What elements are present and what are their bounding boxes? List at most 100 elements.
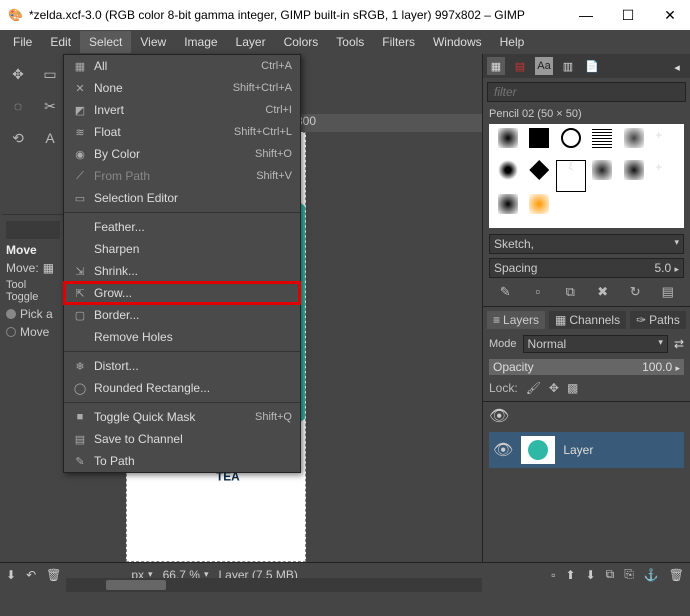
seleditor-icon: ▭	[72, 192, 88, 205]
brush-new-icon[interactable]: ▫	[529, 284, 547, 300]
select-tool-icon[interactable]: ▭	[36, 60, 64, 88]
menu-item-grow[interactable]: ⇱Grow...	[64, 282, 300, 304]
menu-item-feather[interactable]: Feather...	[64, 216, 300, 238]
status-download-icon[interactable]: ⬇	[6, 568, 16, 582]
savechan-icon: ▤	[72, 433, 88, 446]
app-icon: 🎨	[8, 8, 23, 22]
tool-opts-tab[interactable]	[6, 221, 60, 239]
right-panel: ▦ ▤ Aa ▥ 📄 ◂ Pencil 02 (50 × 50) + ξ +	[482, 54, 690, 562]
select-all-icon: ▦	[72, 60, 88, 73]
layer-row[interactable]: 👁 Layer	[489, 432, 684, 468]
text-tool-icon[interactable]: A	[36, 124, 64, 152]
menu-item-distort[interactable]: ❄Distort...	[64, 355, 300, 377]
brush-del-icon[interactable]: ✖	[594, 284, 612, 300]
mode-switch-icon[interactable]: ⇄	[674, 337, 684, 351]
titlebar: 🎨 *zelda.xcf-3.0 (RGB color 8-bit gamma …	[0, 0, 690, 30]
radio-pick[interactable]	[6, 309, 16, 319]
menu-item-remove[interactable]: Remove Holes	[64, 326, 300, 348]
brush-filter-input[interactable]	[487, 82, 686, 102]
crop-tool-icon[interactable]: ✂	[36, 92, 64, 120]
scrollbar-horizontal[interactable]	[66, 578, 482, 592]
minimize-button[interactable]: —	[574, 7, 598, 23]
status-undo-icon[interactable]: ↶	[26, 568, 36, 582]
menu-image[interactable]: Image	[175, 31, 226, 53]
lasso-tool-icon[interactable]: ◌	[4, 92, 32, 120]
lock-position-icon[interactable]: ✥	[549, 381, 559, 395]
brush-name: Pencil 02 (50 × 50)	[483, 108, 690, 120]
dock-tab-doc-icon[interactable]: 📄	[583, 57, 601, 75]
close-button[interactable]: ✕	[658, 7, 682, 24]
menu-tools[interactable]: Tools	[327, 31, 373, 53]
spacing-field[interactable]: Spacing5.0 ▸	[489, 258, 684, 278]
menu-item-seleditor[interactable]: ▭Selection Editor	[64, 187, 300, 209]
status-r3-icon[interactable]: ⬇	[586, 568, 596, 582]
menu-select[interactable]: Select	[80, 31, 131, 53]
brush-dup-icon[interactable]: ⧉	[561, 284, 579, 300]
status-r7-icon[interactable]: 🗑	[669, 568, 684, 582]
layer-visibility-icon[interactable]: 👁	[493, 440, 513, 460]
transform-tool-icon[interactable]: ⟲	[4, 124, 32, 152]
opacity-slider[interactable]: Opacity 100.0 ▸	[489, 359, 684, 375]
move-mode-icon[interactable]: ▦	[43, 261, 54, 275]
layer-name[interactable]: Layer	[563, 443, 593, 457]
brush-edit-icon[interactable]: ✎	[496, 284, 514, 300]
invert-icon: ◩	[72, 104, 88, 117]
status-r6-icon[interactable]: ⚓	[644, 568, 659, 582]
menu-item-bycolor[interactable]: ◉By ColorShift+O	[64, 143, 300, 165]
maximize-button[interactable]: ☐	[616, 7, 640, 24]
menu-colors[interactable]: Colors	[275, 31, 328, 53]
status-r2-icon[interactable]: ⬆	[566, 568, 576, 582]
select-menu-dropdown: ▦AllCtrl+A ✕NoneShift+Ctrl+A ◩InvertCtrl…	[63, 54, 301, 473]
status-r4-icon[interactable]: ⧉	[606, 567, 615, 582]
status-r5-icon[interactable]: ⎘	[624, 567, 634, 582]
brush-category-combo[interactable]: Sketch,▾	[489, 234, 684, 254]
menu-item-quickmask[interactable]: ■Toggle Quick MaskShift+Q	[64, 406, 300, 428]
menu-item-invert[interactable]: ◩InvertCtrl+I	[64, 99, 300, 121]
menu-edit[interactable]: Edit	[41, 31, 80, 53]
tab-layers[interactable]: ≡Layers	[487, 311, 545, 329]
layers-icon: ≡	[493, 313, 500, 327]
menu-view[interactable]: View	[131, 31, 175, 53]
menu-item-rounded[interactable]: ◯Rounded Rectangle...	[64, 377, 300, 399]
menu-filters[interactable]: Filters	[373, 31, 424, 53]
brush-refresh-icon[interactable]: ↻	[626, 284, 644, 300]
menu-file[interactable]: File	[4, 31, 41, 53]
shrink-icon: ⇲	[72, 265, 88, 278]
menu-item-none[interactable]: ✕NoneShift+Ctrl+A	[64, 77, 300, 99]
move-tool-icon[interactable]: ✥	[4, 60, 32, 88]
menu-item-border[interactable]: ▢Border...	[64, 304, 300, 326]
channels-icon: ▦	[555, 313, 566, 327]
brush-open-icon[interactable]: ▤	[659, 284, 677, 300]
menu-item-topath[interactable]: ✎To Path	[64, 450, 300, 472]
dock-tab-brush-icon[interactable]: ▦	[487, 57, 505, 75]
lock-pixels-icon[interactable]: 🖌	[526, 381, 541, 395]
move-mode-label: Move:	[6, 261, 39, 275]
select-none-icon: ✕	[72, 82, 88, 95]
status-trash-icon[interactable]: 🗑	[46, 568, 61, 582]
menu-layer[interactable]: Layer	[227, 31, 275, 53]
menu-item-sharpen[interactable]: Sharpen	[64, 238, 300, 260]
mode-combo[interactable]: Normal▾	[523, 335, 668, 353]
mode-label: Mode	[489, 338, 517, 350]
scrollbar-thumb[interactable]	[106, 580, 166, 590]
menu-item-all[interactable]: ▦AllCtrl+A	[64, 55, 300, 77]
tab-channels[interactable]: ▦Channels	[549, 311, 626, 329]
menu-item-savechan[interactable]: ▤Save to Channel	[64, 428, 300, 450]
status-r1-icon[interactable]: ▫	[551, 568, 555, 582]
grow-icon: ⇱	[72, 287, 88, 300]
menu-windows[interactable]: Windows	[424, 31, 491, 53]
dock-menu-icon[interactable]: ◂	[668, 58, 686, 76]
dock-tabs: ▦ ▤ Aa ▥ 📄 ◂	[483, 54, 690, 78]
menu-item-shrink[interactable]: ⇲Shrink...	[64, 260, 300, 282]
dock-tab-font-icon[interactable]: Aa	[535, 57, 553, 75]
paths-icon: ✑	[636, 313, 646, 327]
menu-item-float[interactable]: ≋FloatShift+Ctrl+L	[64, 121, 300, 143]
dock-tab-pattern-icon[interactable]: ▤	[511, 57, 529, 75]
topath-icon: ✎	[72, 455, 88, 468]
brush-grid[interactable]: + ξ +	[489, 124, 684, 228]
tab-paths[interactable]: ✑Paths	[630, 311, 686, 329]
lock-alpha-icon[interactable]: ▩	[567, 381, 578, 395]
menu-help[interactable]: Help	[491, 31, 534, 53]
dock-tab-history-icon[interactable]: ▥	[559, 57, 577, 75]
radio-move[interactable]	[6, 327, 16, 337]
